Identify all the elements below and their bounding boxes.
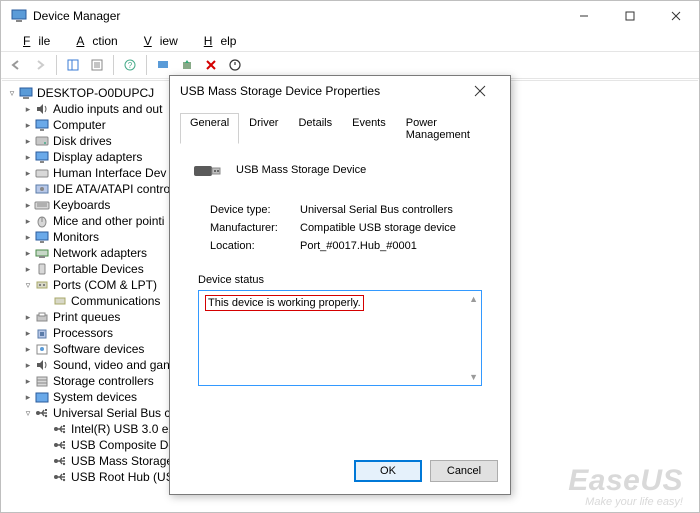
- menubar: File Action View Help: [1, 31, 699, 51]
- device-icon: [34, 245, 50, 261]
- status-label: Device status: [198, 274, 488, 286]
- ok-button[interactable]: OK: [354, 460, 422, 482]
- expand-icon[interactable]: ▸: [22, 117, 34, 133]
- expand-icon[interactable]: ▸: [22, 133, 34, 149]
- device-icon: [52, 293, 68, 309]
- expand-icon[interactable]: ▸: [22, 325, 34, 341]
- dialog-titlebar: USB Mass Storage Device Properties: [170, 76, 510, 106]
- expand-icon[interactable]: ▸: [22, 341, 34, 357]
- scroll-up-icon[interactable]: ▲: [469, 294, 478, 304]
- device-icon: [34, 389, 50, 405]
- expand-icon[interactable]: ▸: [22, 245, 34, 261]
- device-icon: [34, 165, 50, 181]
- dialog-tabs: General Driver Details Events Power Mana…: [180, 112, 500, 144]
- type-value: Universal Serial Bus controllers: [300, 204, 453, 216]
- dialog-close-button[interactable]: [460, 76, 500, 106]
- properties-button[interactable]: [86, 54, 108, 76]
- device-icon: [52, 421, 68, 437]
- device-icon: [52, 453, 68, 469]
- maximize-button[interactable]: [607, 1, 653, 31]
- usb-icon: [192, 158, 224, 182]
- expand-icon[interactable]: ▸: [22, 197, 34, 213]
- forward-button[interactable]: [29, 54, 51, 76]
- menu-view[interactable]: View: [128, 32, 186, 50]
- device-icon: [34, 213, 50, 229]
- update-driver-button[interactable]: [176, 54, 198, 76]
- expand-icon[interactable]: ▸: [22, 181, 34, 197]
- tab-power-management[interactable]: Power Management: [396, 113, 500, 144]
- show-hide-tree-button[interactable]: [62, 54, 84, 76]
- expand-icon[interactable]: ▸: [22, 213, 34, 229]
- back-button[interactable]: [5, 54, 27, 76]
- tab-details[interactable]: Details: [288, 113, 342, 144]
- device-manager-window: Device Manager File Action View Help ? ▿…: [0, 0, 700, 513]
- tab-events[interactable]: Events: [342, 113, 396, 144]
- device-icon: [34, 373, 50, 389]
- type-label: Device type:: [210, 204, 300, 216]
- device-icon: [34, 277, 50, 293]
- titlebar: Device Manager: [1, 1, 699, 31]
- device-icon: [34, 181, 50, 197]
- menu-action[interactable]: Action: [60, 32, 125, 50]
- scan-button[interactable]: [152, 54, 174, 76]
- expand-icon[interactable]: ▸: [22, 389, 34, 405]
- close-button[interactable]: [653, 1, 699, 31]
- help-button[interactable]: ?: [119, 54, 141, 76]
- expand-icon[interactable]: ▸: [22, 229, 34, 245]
- expand-icon[interactable]: ▿: [22, 405, 34, 421]
- device-icon: [34, 149, 50, 165]
- device-icon: [52, 437, 68, 453]
- status-textbox[interactable]: This device is working properly. ▲ ▼: [198, 290, 482, 386]
- menu-help[interactable]: Help: [188, 32, 245, 50]
- status-text: This device is working properly.: [205, 295, 364, 311]
- expand-icon[interactable]: ▸: [22, 309, 34, 325]
- expand-icon[interactable]: ▸: [22, 261, 34, 277]
- device-icon: [34, 309, 50, 325]
- device-icon: [34, 133, 50, 149]
- scroll-down-icon[interactable]: ▼: [469, 372, 478, 382]
- dialog-title: USB Mass Storage Device Properties: [180, 84, 380, 98]
- app-icon: [11, 8, 27, 24]
- window-title: Device Manager: [33, 9, 120, 23]
- device-icon: [34, 405, 50, 421]
- device-icon: [34, 261, 50, 277]
- location-label: Location:: [210, 240, 300, 252]
- device-icon: [34, 197, 50, 213]
- expand-icon[interactable]: ▸: [22, 165, 34, 181]
- manufacturer-value: Compatible USB storage device: [300, 222, 456, 234]
- cancel-button[interactable]: Cancel: [430, 460, 498, 482]
- expand-icon[interactable]: ▸: [22, 357, 34, 373]
- device-icon: [34, 341, 50, 357]
- device-icon: [34, 117, 50, 133]
- device-name: USB Mass Storage Device: [236, 164, 366, 176]
- computer-icon: [18, 85, 34, 101]
- device-icon: [34, 229, 50, 245]
- expand-icon[interactable]: ▸: [22, 149, 34, 165]
- device-icon: [34, 357, 50, 373]
- svg-text:?: ?: [128, 61, 133, 70]
- expand-icon[interactable]: ▸: [22, 101, 34, 117]
- menu-file[interactable]: File: [7, 32, 58, 50]
- tab-general[interactable]: General: [180, 113, 239, 144]
- uninstall-button[interactable]: [200, 54, 222, 76]
- manufacturer-label: Manufacturer:: [210, 222, 300, 234]
- device-icon: [34, 101, 50, 117]
- minimize-button[interactable]: [561, 1, 607, 31]
- location-value: Port_#0017.Hub_#0001: [300, 240, 417, 252]
- properties-dialog: USB Mass Storage Device Properties Gener…: [169, 75, 511, 495]
- disable-button[interactable]: [224, 54, 246, 76]
- expand-icon[interactable]: ▿: [22, 277, 34, 293]
- expand-icon[interactable]: ▸: [22, 373, 34, 389]
- device-icon: [52, 469, 68, 485]
- device-icon: [34, 325, 50, 341]
- tab-driver[interactable]: Driver: [239, 113, 288, 144]
